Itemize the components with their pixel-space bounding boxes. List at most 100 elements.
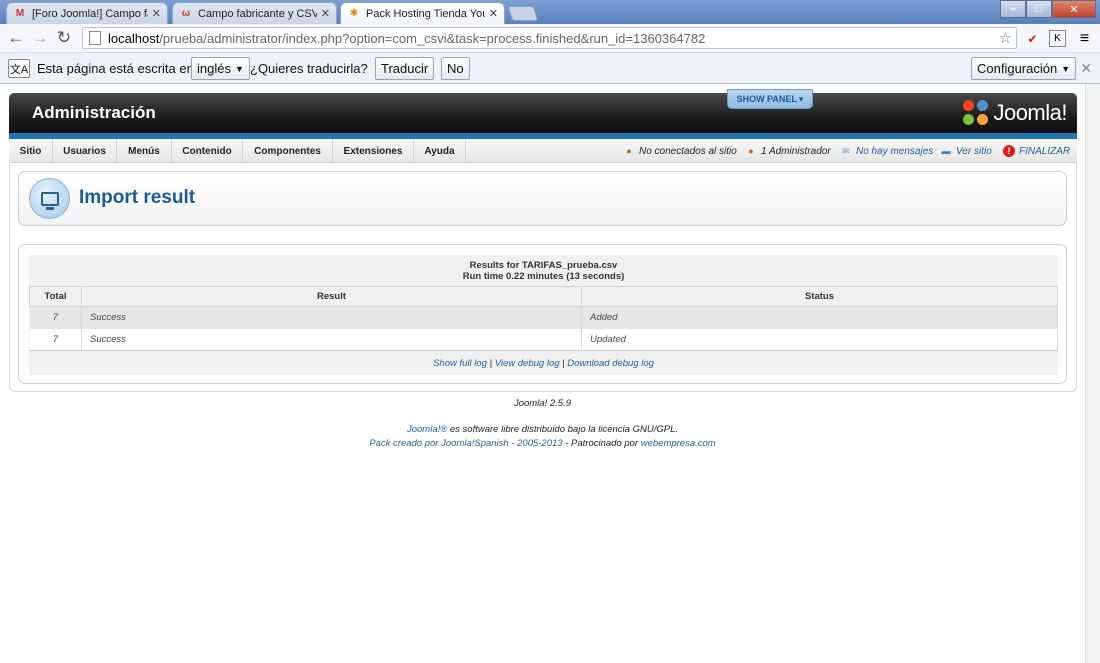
cell-result: Success bbox=[81, 328, 582, 351]
footer-version: Joomla! 2.5.9 bbox=[513, 398, 572, 409]
cell-total: 7 bbox=[29, 306, 82, 329]
menu-icon[interactable]: ≡ bbox=[1076, 30, 1093, 47]
browser-tab-campo[interactable]: ω Campo fabricante y CSVI ✕ bbox=[172, 2, 337, 24]
joomla-link[interactable]: Joomla!® bbox=[407, 424, 447, 435]
log-links: Show full log | View debug log | Downloa… bbox=[29, 358, 1058, 369]
joomla-logo-text: Joomla! bbox=[993, 100, 1067, 125]
mail-icon: ✉ bbox=[842, 145, 850, 156]
caret-down-icon: ▼ bbox=[234, 63, 244, 74]
tab-close-icon[interactable]: ✕ bbox=[152, 7, 161, 20]
footer-license: Joomla!® es software libre distribuido b… bbox=[0, 424, 1085, 435]
tab-close-icon[interactable]: ✕ bbox=[321, 7, 330, 20]
col-header-total: Total bbox=[29, 286, 82, 307]
new-tab-button[interactable] bbox=[507, 6, 539, 21]
menu-item-usuarios[interactable]: Usuarios bbox=[53, 139, 117, 163]
address-bar[interactable]: localhost/prueba/administrator/index.php… bbox=[82, 27, 1017, 49]
results-panel: Results for TARIFAS_prueba.csv Run time … bbox=[29, 255, 1058, 375]
view-site-link[interactable]: ▬ Ver sitio bbox=[940, 139, 992, 163]
language-select[interactable]: inglés ▼ bbox=[191, 57, 250, 80]
results-file: Results for TARIFAS_prueba.csv bbox=[469, 260, 618, 271]
menu-item-ayuda[interactable]: Ayuda bbox=[414, 139, 466, 163]
maximize-button[interactable]: □ bbox=[1026, 0, 1052, 18]
status-admins-text: 1 Administrador bbox=[761, 145, 831, 157]
view-debug-log-link[interactable]: View debug log bbox=[495, 358, 560, 369]
translate-question: ¿Quieres traducirla? bbox=[250, 61, 368, 76]
gmail-icon: M bbox=[15, 8, 25, 19]
extension-k-icon[interactable]: K bbox=[1049, 30, 1066, 47]
page-icon bbox=[89, 31, 101, 45]
table-row: 7 Success Added bbox=[29, 306, 1058, 329]
status-messages-text: No hay mensajes bbox=[856, 145, 934, 157]
translate-bar: 文A Esta página está escrita en inglés ▼ … bbox=[0, 53, 1100, 84]
translate-button[interactable]: Traducir bbox=[375, 57, 435, 80]
license-text: es software libre distribuido bajo la li… bbox=[447, 424, 678, 435]
monitor-icon: ▬ bbox=[941, 146, 951, 156]
admin-menu-bar: Sitio Usuarios Menús Contenido Component… bbox=[9, 139, 1077, 163]
extension-check-icon[interactable]: ✔ bbox=[1024, 30, 1041, 47]
col-header-status: Status bbox=[581, 286, 1058, 307]
tab-title: [Foro Joomla!] Campo fab bbox=[32, 7, 148, 20]
user-icon: ● bbox=[626, 146, 632, 156]
joomla-logo: Joomla! bbox=[963, 99, 1067, 127]
caret-down-icon: ▼ bbox=[1061, 63, 1071, 74]
results-box: Results for TARIFAS_prueba.csv Run time … bbox=[18, 244, 1067, 384]
show-panel-label: SHOW PANEL bbox=[736, 94, 797, 104]
window-close-button[interactable]: ✕ bbox=[1052, 0, 1096, 18]
cell-total: 7 bbox=[29, 328, 82, 351]
import-result-icon bbox=[29, 178, 70, 219]
logout-link[interactable]: ! FINALIZAR bbox=[1003, 139, 1070, 163]
separator: | bbox=[489, 358, 493, 369]
menu-item-componentes[interactable]: Componentes bbox=[243, 139, 333, 163]
forward-button[interactable]: → bbox=[30, 28, 50, 48]
tab-title: Campo fabricante y CSVI bbox=[198, 7, 317, 20]
menu-item-menus[interactable]: Menús bbox=[117, 139, 172, 163]
logout-text: FINALIZAR bbox=[1019, 145, 1071, 157]
status-messages[interactable]: ✉ No hay mensajes bbox=[840, 139, 933, 163]
url-host: localhost bbox=[108, 30, 160, 46]
browser-tab-pack-hosting[interactable]: ✱ Pack Hosting Tienda Your ✕ bbox=[340, 2, 505, 24]
cell-status: Added bbox=[581, 306, 1058, 329]
webempresa-link[interactable]: webempresa.com bbox=[641, 438, 716, 449]
admin-title: Administración bbox=[32, 103, 156, 122]
sponsor-text: - Patrocinado por bbox=[562, 438, 641, 449]
window-controls: – □ ✕ bbox=[1000, 0, 1096, 18]
show-panel-button[interactable]: SHOW PANEL ▾ bbox=[727, 89, 813, 109]
chevron-down-icon: ▾ bbox=[798, 93, 804, 104]
url-path: /prueba/administrator/index.php?option=c… bbox=[159, 30, 706, 46]
separator: | bbox=[562, 358, 565, 369]
menu-item-contenido[interactable]: Contenido bbox=[172, 139, 243, 163]
status-visitors: ● No conectados al sitio bbox=[623, 139, 737, 163]
admin-header: Administración SHOW PANEL ▾ Joomla! bbox=[9, 89, 1077, 139]
translate-close-icon[interactable]: ✕ bbox=[1080, 60, 1092, 77]
cell-result: Success bbox=[81, 306, 582, 329]
browser-tab-foro[interactable]: M [Foro Joomla!] Campo fab ✕ bbox=[6, 2, 168, 24]
download-debug-log-link[interactable]: Download debug log bbox=[567, 358, 654, 369]
page-title-box: Import result bbox=[18, 171, 1067, 226]
back-button[interactable]: ← bbox=[6, 28, 26, 48]
table-row: 7 Success Updated bbox=[29, 328, 1058, 351]
menu-item-extensiones[interactable]: Extensiones bbox=[333, 139, 414, 163]
joomla-spanish-link[interactable]: Pack creado por Joomla!Spanish - 2005-20… bbox=[369, 438, 562, 449]
footer-credits: Pack creado por Joomla!Spanish - 2005-20… bbox=[0, 438, 1085, 449]
translate-text: Esta página está escrita en bbox=[37, 61, 194, 76]
reload-button[interactable]: ↻ bbox=[54, 28, 74, 48]
language-value: inglés bbox=[197, 61, 231, 76]
no-translate-button[interactable]: No bbox=[441, 57, 470, 80]
run-time: Run time 0.22 minutes (13 seconds) bbox=[462, 271, 625, 282]
joomla-logo-icon bbox=[963, 100, 989, 126]
results-table: Total Result Status 7 Success Added 7 Su… bbox=[29, 286, 1058, 351]
tab-title: Pack Hosting Tienda Your bbox=[366, 7, 485, 20]
page-scrollbar[interactable] bbox=[1085, 84, 1100, 663]
admin-icon: ● bbox=[748, 146, 754, 156]
menu-item-sitio[interactable]: Sitio bbox=[9, 139, 53, 163]
logout-icon: ! bbox=[1003, 145, 1015, 157]
minimize-button[interactable]: – bbox=[1000, 0, 1026, 18]
translate-options-button[interactable]: Configuración ▼ bbox=[971, 57, 1077, 80]
tab-close-icon[interactable]: ✕ bbox=[489, 7, 498, 20]
col-header-result: Result bbox=[81, 286, 582, 307]
show-full-log-link[interactable]: Show full log bbox=[433, 358, 487, 369]
joomla-favicon-icon: ✱ bbox=[349, 8, 359, 19]
status-admins: ● 1 Administrador bbox=[745, 139, 831, 163]
bookmark-star-icon[interactable]: ☆ bbox=[999, 29, 1012, 47]
page-title: Import result bbox=[79, 187, 196, 208]
